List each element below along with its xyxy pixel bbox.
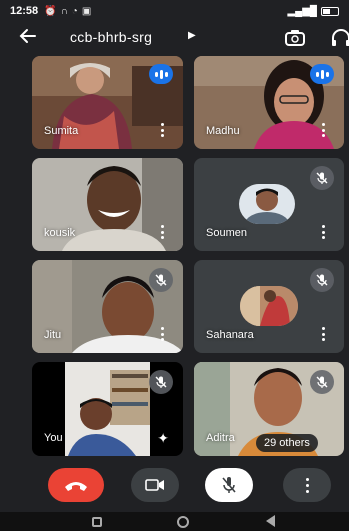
mic-off-icon bbox=[222, 477, 236, 493]
back-icon[interactable] bbox=[266, 515, 275, 527]
more-options-icon[interactable] bbox=[320, 225, 326, 239]
participant-tile-jitu[interactable]: Jitu bbox=[32, 260, 183, 353]
system-icons: ▂▄▆█ bbox=[287, 6, 339, 17]
end-call-button[interactable] bbox=[48, 468, 104, 502]
participant-tile-madhu[interactable]: Madhu bbox=[194, 56, 344, 149]
participant-name: Madhu bbox=[206, 125, 240, 137]
participant-name: Sumita bbox=[44, 125, 79, 137]
speaking-indicator-icon bbox=[310, 64, 334, 84]
avatar bbox=[240, 286, 298, 326]
effects-sparkle-icon[interactable]: ✦ bbox=[157, 430, 169, 447]
toggle-camera-button[interactable] bbox=[131, 468, 179, 502]
others-count: 29 others bbox=[264, 437, 310, 449]
status-time: 12:58 bbox=[10, 5, 39, 17]
mic-off-icon bbox=[310, 268, 334, 292]
audio-output-icon[interactable] bbox=[330, 27, 349, 49]
battery-icon bbox=[321, 6, 339, 16]
status-bar: 12:58 ⏰ ∩ ◔ ▣ ▂▄▆█ bbox=[0, 0, 349, 22]
end-call-icon bbox=[65, 482, 87, 491]
meeting-top-bar: ccb-bhrb-srg ▶ bbox=[0, 22, 349, 54]
mic-off-icon bbox=[149, 268, 173, 292]
speaking-indicator-icon bbox=[149, 64, 173, 84]
meeting-details-arrow-icon[interactable]: ▶ bbox=[188, 30, 196, 41]
participant-name: Soumen bbox=[206, 227, 247, 239]
participant-name: Sahanara bbox=[206, 329, 254, 341]
signal-icon: ▂▄▆█ bbox=[287, 5, 317, 17]
others-badge[interactable]: 29 others bbox=[256, 434, 318, 452]
participant-tile-aditra[interactable]: Aditra 29 others bbox=[194, 362, 344, 456]
call-controls bbox=[0, 462, 349, 510]
participant-name: kousik bbox=[44, 227, 76, 239]
more-options-icon[interactable] bbox=[320, 123, 326, 137]
toggle-microphone-button[interactable] bbox=[205, 468, 253, 502]
participant-tile-sahanara[interactable]: Sahanara bbox=[194, 260, 344, 353]
meeting-code[interactable]: ccb-bhrb-srg bbox=[70, 29, 152, 45]
whatsapp-icon: ◔ bbox=[71, 5, 78, 17]
message-icon: ▣ bbox=[81, 5, 92, 17]
more-options-icon[interactable] bbox=[159, 123, 165, 137]
alarm-icon: ⏰ bbox=[44, 5, 57, 17]
participant-tile-soumen[interactable]: Soumen bbox=[194, 158, 344, 251]
system-navigation-bar bbox=[0, 512, 349, 531]
participant-tile-sumita[interactable]: Sumita bbox=[32, 56, 183, 149]
participant-name: You bbox=[44, 432, 63, 444]
video-camera-icon bbox=[145, 479, 164, 491]
more-options-icon[interactable] bbox=[159, 327, 165, 341]
participant-tile-self[interactable]: You ✦ bbox=[32, 362, 183, 456]
mic-off-icon bbox=[149, 370, 173, 394]
headphones-status-icon: ∩ bbox=[60, 5, 68, 17]
participant-tile-kousik[interactable]: kousik bbox=[32, 158, 183, 251]
participant-name: Aditra bbox=[206, 432, 235, 444]
mic-off-icon bbox=[310, 370, 334, 394]
more-options-button[interactable] bbox=[283, 468, 331, 502]
recents-icon[interactable] bbox=[92, 517, 102, 527]
home-icon[interactable] bbox=[177, 516, 189, 528]
avatar bbox=[239, 184, 295, 224]
more-options-icon[interactable] bbox=[159, 225, 165, 239]
more-options-icon[interactable] bbox=[320, 327, 326, 341]
mic-off-icon bbox=[310, 166, 334, 190]
participant-name: Jitu bbox=[44, 329, 62, 341]
more-vert-icon bbox=[305, 477, 309, 493]
switch-camera-icon[interactable] bbox=[284, 27, 306, 49]
notification-icons: ⏰ ∩ ◔ ▣ bbox=[44, 6, 91, 17]
back-arrow-icon[interactable] bbox=[18, 26, 42, 50]
